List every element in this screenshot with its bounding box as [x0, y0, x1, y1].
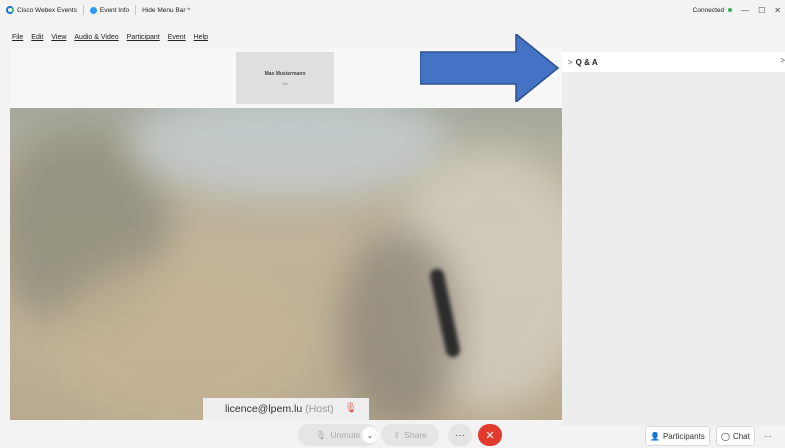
close-window-button[interactable]: ✕: [774, 6, 781, 15]
self-label: Me: [282, 80, 288, 86]
webex-logo-icon: [6, 6, 14, 14]
self-view-tile[interactable]: Max Mustermann Me: [236, 52, 334, 104]
menu-bar: File Edit View Audio & Video Participant…: [0, 34, 208, 46]
self-name: Max Mustermann: [264, 70, 306, 77]
chat-bubble-icon: ◯: [721, 431, 730, 441]
chat-label: Chat: [732, 431, 750, 441]
leave-meeting-button[interactable]: ✕: [478, 424, 502, 446]
menu-audio-video[interactable]: Audio & Video: [74, 34, 118, 46]
unmute-button[interactable]: 🎙 Unmute ⌄: [298, 424, 378, 446]
speaker-role: (Host): [305, 403, 334, 415]
menu-participant[interactable]: Participant: [127, 34, 160, 46]
maximize-button[interactable]: ☐: [758, 6, 765, 15]
speaker-name: licence@lpem.lu: [225, 403, 303, 415]
muted-mic-icon: 🎙: [344, 403, 357, 414]
active-speaker-video[interactable]: [10, 108, 562, 420]
title-bar: Cisco Webex Events Event Info Hide Menu …: [0, 0, 785, 20]
qa-panel-header[interactable]: > Q & A >: [562, 52, 785, 72]
unmute-label: Unmute: [330, 430, 361, 440]
mic-icon: 🎙: [315, 429, 327, 440]
window-controls: Connected — ☐ ✕: [693, 0, 785, 20]
participants-button[interactable]: 👤 Participants: [645, 426, 710, 446]
connection-status: Connected: [693, 7, 733, 14]
hide-menu-bar-button[interactable]: Hide Menu Bar ^: [136, 3, 196, 17]
event-info-button[interactable]: Event Info: [84, 3, 135, 17]
info-icon: [89, 6, 97, 14]
app-title: Cisco Webex Events: [0, 3, 83, 17]
share-icon: ⇪: [393, 429, 401, 440]
panel-collapse-icon[interactable]: >: [780, 56, 785, 65]
annotation-arrow-icon: [420, 34, 560, 102]
share-button[interactable]: ⇪ Share: [381, 424, 439, 446]
menu-edit[interactable]: Edit: [31, 34, 43, 46]
app-name: Cisco Webex Events: [17, 6, 77, 14]
share-label: Share: [404, 430, 427, 440]
participants-icon: 👤: [650, 431, 660, 441]
menu-help[interactable]: Help: [194, 34, 208, 46]
participants-label: Participants: [662, 431, 705, 441]
status-dot-icon: [728, 7, 733, 12]
hide-menu-label: Hide Menu Bar ^: [142, 6, 191, 14]
qa-panel-title: Q & A: [575, 57, 598, 67]
event-info-label: Event Info: [99, 6, 130, 14]
menu-view[interactable]: View: [51, 34, 66, 46]
menu-event[interactable]: Event: [168, 34, 186, 46]
qa-panel: > Q & A >: [562, 52, 785, 426]
more-options-button[interactable]: ···: [448, 424, 472, 446]
audio-options-chevron-icon[interactable]: ⌄: [362, 427, 378, 443]
expand-caret-icon: >: [568, 57, 573, 67]
speaker-name-badge: licence@lpem.lu (Host) 🎙: [203, 398, 369, 420]
panel-more-button[interactable]: ···: [764, 426, 772, 446]
minimize-button[interactable]: —: [741, 6, 749, 15]
chat-button[interactable]: ◯ Chat: [716, 426, 755, 446]
menu-file[interactable]: File: [12, 34, 23, 46]
